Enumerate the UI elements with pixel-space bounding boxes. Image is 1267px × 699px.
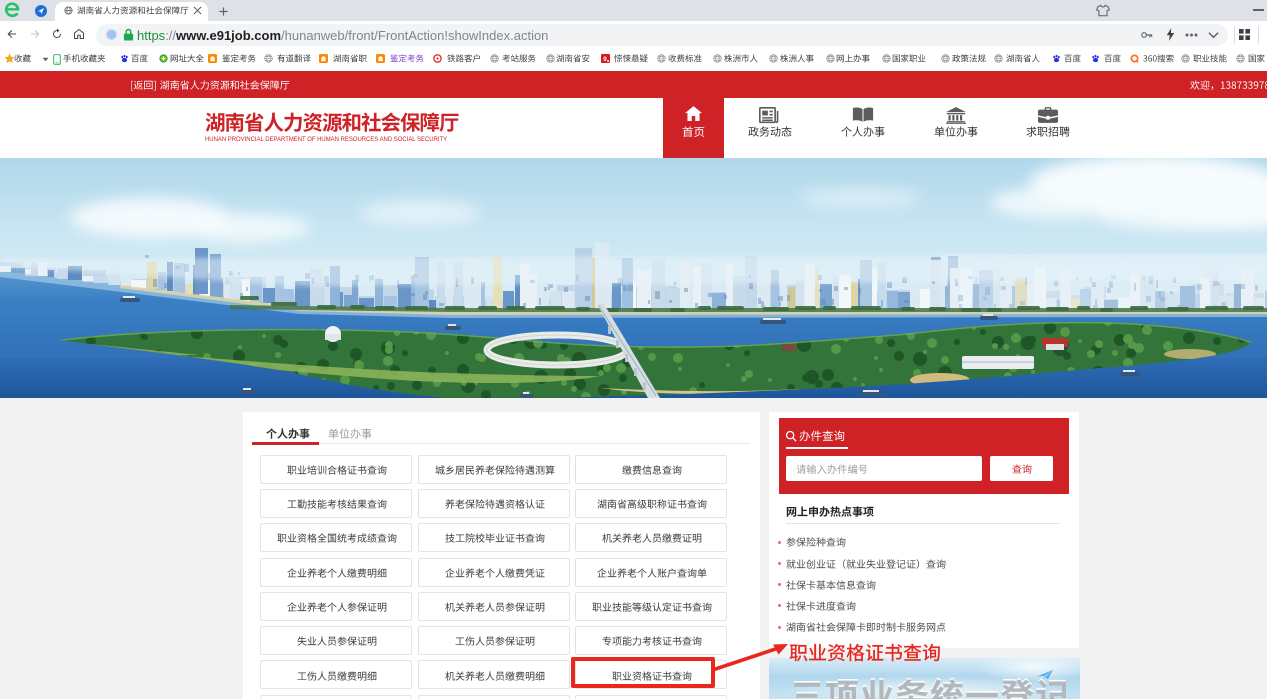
svg-text:9: 9 [603, 56, 607, 63]
